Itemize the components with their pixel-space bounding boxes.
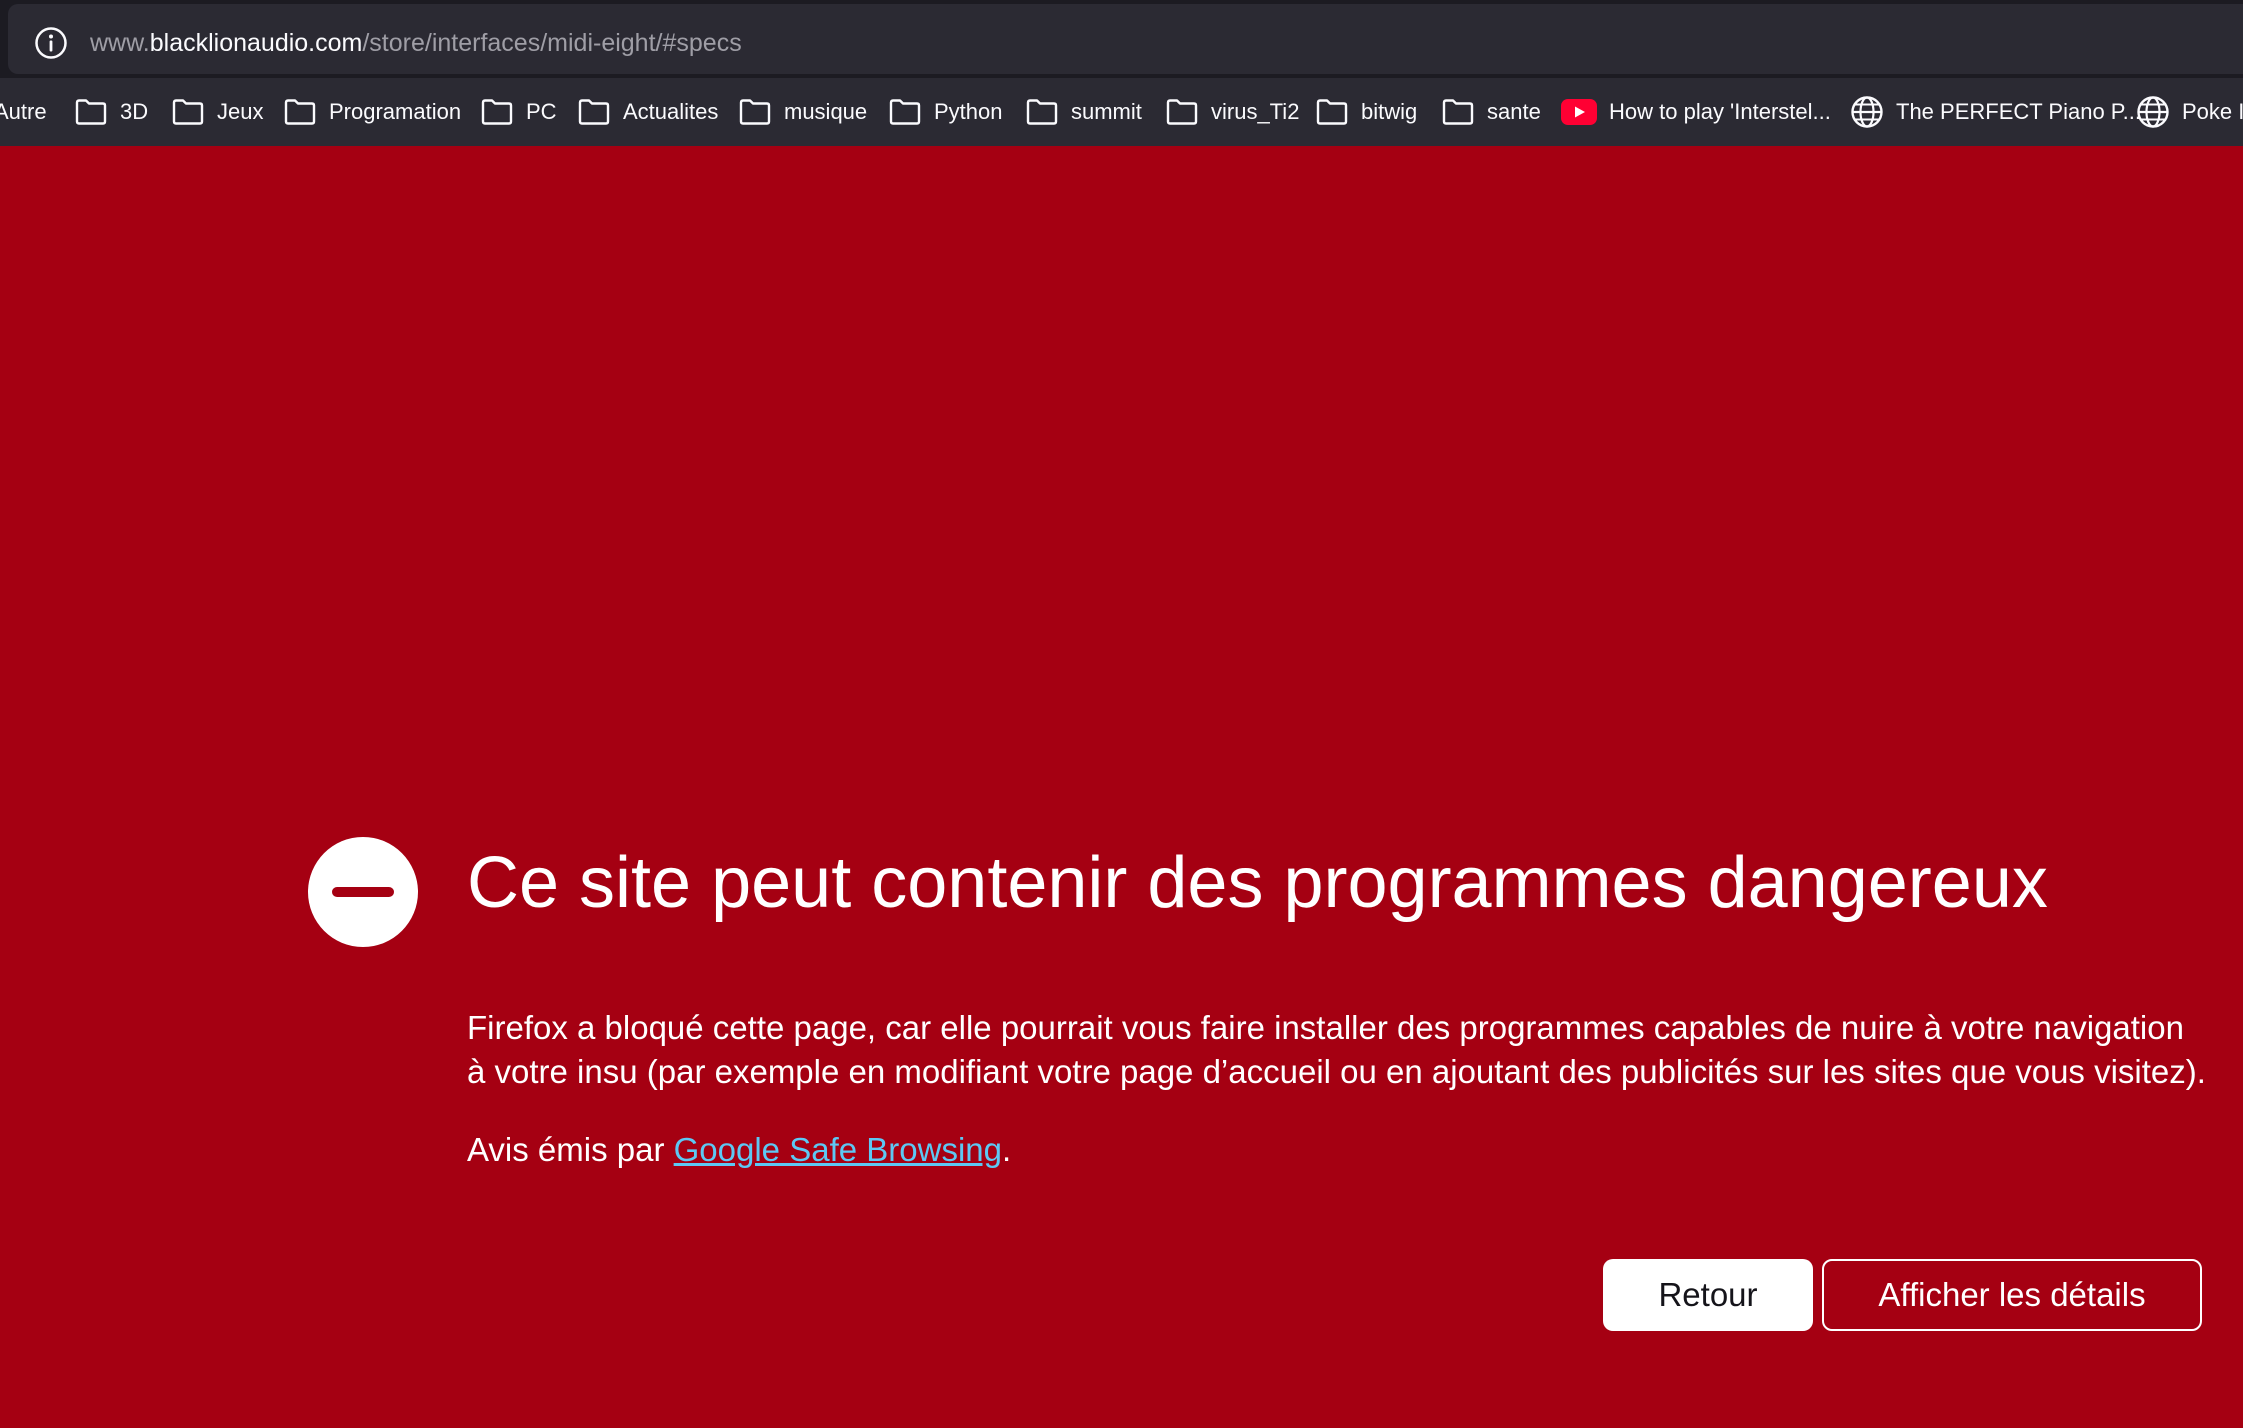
bookmark-summit[interactable]: summit xyxy=(1025,78,1142,146)
bookmark-pc[interactable]: PC xyxy=(480,78,557,146)
bookmark-3d[interactable]: 3D xyxy=(74,78,148,146)
bookmark-bitwig[interactable]: bitwig xyxy=(1315,78,1417,146)
page-title: Ce site peut contenir des programmes dan… xyxy=(467,843,2048,923)
bookmark-label: Python xyxy=(934,99,1003,124)
bookmark-label: Jeux xyxy=(217,99,264,124)
source-prefix: Avis émis par xyxy=(467,1131,674,1168)
folder-icon xyxy=(888,98,934,126)
folder-icon xyxy=(283,98,329,126)
bookmark-python[interactable]: Python xyxy=(888,78,1003,146)
bookmark-label: The PERFECT Piano P... xyxy=(1896,99,2141,124)
bookmark-label: sante xyxy=(1487,99,1541,124)
folder-icon xyxy=(74,98,120,126)
source-suffix: . xyxy=(1001,1131,1012,1168)
url-bar[interactable]: www.blacklionaudio.com/store/interfaces/… xyxy=(8,4,2243,74)
bookmark-jeux[interactable]: Jeux xyxy=(171,78,263,146)
bookmark-musique[interactable]: musique xyxy=(738,78,867,146)
bookmark-poke-in[interactable]: Poke In xyxy=(2136,78,2243,146)
bookmark-label: How to play 'Interstel... xyxy=(1609,99,1831,124)
bookmark-label: Actualites xyxy=(623,99,719,124)
bookmark-label: PC xyxy=(526,99,557,124)
bookmark-virus-ti2[interactable]: virus_Ti2 xyxy=(1165,78,1299,146)
bookmark-actualites[interactable]: Actualites xyxy=(577,78,718,146)
folder-icon xyxy=(1315,98,1361,126)
navigation-toolbar: www.blacklionaudio.com/store/interfaces/… xyxy=(0,0,2243,78)
url-text[interactable]: www.blacklionaudio.com/store/interfaces/… xyxy=(90,28,742,58)
bookmark-autre[interactable]: Autre xyxy=(0,78,47,146)
info-icon[interactable] xyxy=(34,26,68,60)
url-path: /store/interfaces/midi-eight/#specs xyxy=(362,29,742,57)
globe-icon xyxy=(1850,95,1896,129)
error-source: Avis émis par Google Safe Browsing. xyxy=(467,1128,1011,1172)
youtube-icon xyxy=(1561,99,1609,125)
bookmark-label: summit xyxy=(1071,99,1142,124)
show-details-button[interactable]: Afficher les détails xyxy=(1822,1259,2202,1331)
blocked-icon xyxy=(308,837,418,947)
globe-icon xyxy=(2136,95,2182,129)
folder-icon xyxy=(1441,98,1487,126)
bookmark-label: musique xyxy=(784,99,868,124)
folder-icon xyxy=(1025,98,1071,126)
url-prefix: www. xyxy=(90,29,150,57)
url-domain: blacklionaudio.com xyxy=(149,29,363,57)
folder-icon xyxy=(480,98,526,126)
bookmark-label: bitwig xyxy=(1361,99,1418,124)
error-description: Firefox a bloqué cette page, car elle po… xyxy=(467,1009,2206,1090)
bookmark-label: 3D xyxy=(120,99,149,124)
folder-icon xyxy=(577,98,623,126)
bookmark-label: Poke In xyxy=(2182,99,2243,124)
bookmark-programation[interactable]: Programation xyxy=(283,78,461,146)
folder-icon xyxy=(1165,98,1211,126)
folder-icon xyxy=(171,98,217,126)
folder-icon xyxy=(738,98,784,126)
bookmark-the-perfect-piano-p[interactable]: The PERFECT Piano P... xyxy=(1850,78,2141,146)
google-safe-browsing-link[interactable]: Google Safe Browsing xyxy=(674,1131,1002,1168)
bookmark-label: Autre xyxy=(0,99,47,124)
bookmark-label: virus_Ti2 xyxy=(1211,99,1300,124)
bookmark-label: Programation xyxy=(329,99,462,124)
back-button[interactable]: Retour xyxy=(1603,1259,1813,1331)
bookmark-how-to-play-interstel[interactable]: How to play 'Interstel... xyxy=(1561,78,1831,146)
bookmarks-toolbar: Autre 3D Jeux Programation PC Actualites musiq… xyxy=(0,78,2243,146)
bookmark-sante[interactable]: sante xyxy=(1441,78,1541,146)
